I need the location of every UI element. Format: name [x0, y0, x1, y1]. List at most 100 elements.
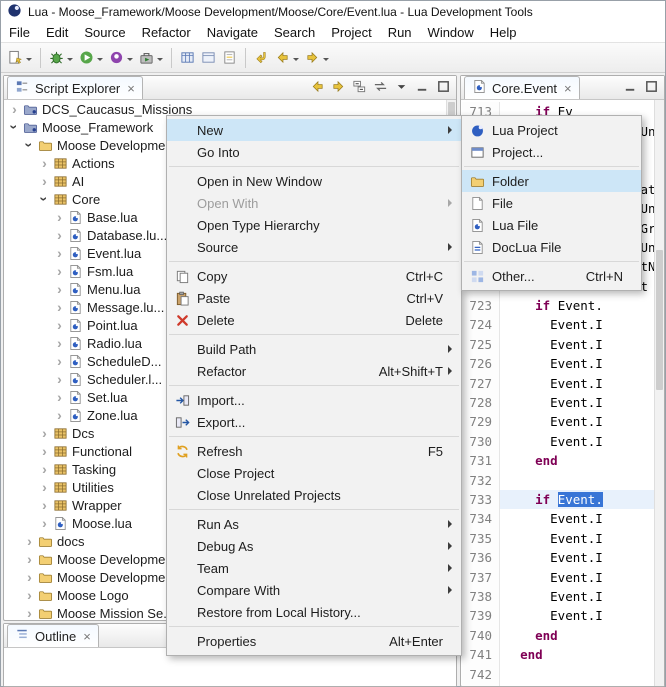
menubar-item-file[interactable]: File [1, 24, 38, 41]
collapsed-arrow-icon[interactable]: › [53, 354, 66, 368]
collapsed-arrow-icon[interactable]: › [38, 462, 51, 476]
context-menu-item-refresh[interactable]: RefreshF5 [167, 440, 461, 462]
collapsed-arrow-icon[interactable]: › [23, 570, 36, 584]
collapsed-arrow-icon[interactable]: › [53, 336, 66, 350]
code-line-733[interactable]: 733 if Event. [462, 490, 654, 509]
maximize-icon[interactable] [435, 78, 452, 95]
context-menu-item-paste[interactable]: PasteCtrl+V [167, 287, 461, 309]
collapsed-arrow-icon[interactable]: › [38, 174, 51, 188]
forward-button[interactable] [302, 46, 332, 70]
code-text[interactable]: if Event. [500, 298, 603, 313]
code-line-735[interactable]: 735 Event.I [462, 529, 654, 548]
collapsed-arrow-icon[interactable]: › [23, 534, 36, 548]
new-submenu-item-project[interactable]: Project... [462, 141, 641, 163]
collapsed-arrow-icon[interactable]: › [53, 300, 66, 314]
context-menu-item-run-as[interactable]: Run As [167, 513, 461, 535]
collapsed-arrow-icon[interactable]: › [53, 318, 66, 332]
menubar-item-navigate[interactable]: Navigate [199, 24, 266, 41]
code-line-726[interactable]: 726 Event.I [462, 354, 654, 373]
context-menu-item-build-path[interactable]: Build Path [167, 338, 461, 360]
collapsed-arrow-icon[interactable]: › [53, 372, 66, 386]
link-with-editor-icon[interactable] [372, 78, 389, 95]
code-text[interactable]: Event.I [500, 317, 603, 332]
context-menu-item-debug-as[interactable]: Debug As [167, 535, 461, 557]
code-line-724[interactable]: 724 Event.I [462, 315, 654, 334]
code-line-734[interactable]: 734 Event.I [462, 509, 654, 528]
context-menu-item-close-project[interactable]: Close Project [167, 462, 461, 484]
collapsed-arrow-icon[interactable]: › [38, 480, 51, 494]
menubar-item-search[interactable]: Search [266, 24, 323, 41]
code-text[interactable]: Event.I [500, 550, 603, 565]
new-submenu-item-lua-project[interactable]: Lua Project [462, 119, 641, 141]
code-text[interactable]: Event.I [500, 414, 603, 429]
collapsed-arrow-icon[interactable]: › [38, 498, 51, 512]
context-menu-item-restore-from-local-history[interactable]: Restore from Local History... [167, 601, 461, 623]
view-menu-icon[interactable] [393, 78, 410, 95]
menubar-item-edit[interactable]: Edit [38, 24, 76, 41]
profile-button[interactable] [106, 46, 136, 70]
context-menu-item-source[interactable]: Source [167, 236, 461, 258]
new-wizard-button[interactable] [5, 46, 35, 70]
close-icon[interactable]: × [127, 82, 135, 95]
code-line-742[interactable]: 742 [462, 664, 654, 683]
collapsed-arrow-icon[interactable]: › [53, 408, 66, 422]
context-menu-item-compare-with[interactable]: Compare With [167, 579, 461, 601]
code-line-731[interactable]: 731 end [462, 451, 654, 470]
mark-occurrences-button[interactable] [219, 46, 240, 70]
code-text[interactable]: Event.I [500, 531, 603, 546]
external-tools-button[interactable] [136, 46, 166, 70]
code-line-728[interactable]: 728 Event.I [462, 393, 654, 412]
context-menu-item-close-unrelated-projects[interactable]: Close Unrelated Projects [167, 484, 461, 506]
forward-icon[interactable] [330, 78, 347, 95]
tab-outline[interactable]: Outline × [7, 624, 99, 647]
collapsed-arrow-icon[interactable]: › [38, 516, 51, 530]
code-text[interactable]: Event.I [500, 395, 603, 410]
collapsed-arrow-icon[interactable]: › [23, 552, 36, 566]
code-line-736[interactable]: 736 Event.I [462, 548, 654, 567]
code-line-727[interactable]: 727 Event.I [462, 373, 654, 392]
code-line-741[interactable]: 741 end [462, 645, 654, 664]
code-line-730[interactable]: 730 Event.I [462, 432, 654, 451]
new-submenu-item-doclua-file[interactable]: DocLua File [462, 236, 641, 258]
collapsed-arrow-icon[interactable]: › [53, 282, 66, 296]
close-icon[interactable]: × [83, 630, 91, 643]
new-submenu-item-folder[interactable]: Folder [462, 170, 641, 192]
run-button[interactable] [76, 46, 106, 70]
code-line-738[interactable]: 738 Event.I [462, 587, 654, 606]
code-text[interactable]: Event.I [500, 356, 603, 371]
code-text[interactable]: Event.I [500, 570, 603, 585]
code-text[interactable]: Event.I [500, 589, 603, 604]
code-line-732[interactable]: 732 [462, 470, 654, 489]
menubar-item-help[interactable]: Help [482, 24, 525, 41]
last-edit-location-button[interactable] [251, 46, 272, 70]
collapsed-arrow-icon[interactable]: › [53, 264, 66, 278]
new-submenu-item-file[interactable]: File [462, 192, 641, 214]
code-text[interactable]: end [500, 647, 543, 662]
collapsed-arrow-icon[interactable]: › [8, 102, 21, 116]
collapsed-arrow-icon[interactable]: › [38, 156, 51, 170]
context-menu-item-refactor[interactable]: RefactorAlt+Shift+T [167, 360, 461, 382]
back-icon[interactable] [309, 78, 326, 95]
context-menu-item-copy[interactable]: CopyCtrl+C [167, 265, 461, 287]
collapsed-arrow-icon[interactable]: › [38, 444, 51, 458]
code-line-743[interactable]: 743 if Event.ta [462, 684, 654, 686]
minimize-icon[interactable] [414, 78, 431, 95]
editor-scrollbar[interactable] [654, 100, 664, 686]
collapsed-arrow-icon[interactable]: › [38, 426, 51, 440]
code-line-725[interactable]: 725 Event.I [462, 335, 654, 354]
expanded-arrow-icon[interactable]: › [38, 192, 51, 206]
code-text[interactable]: Event.I [500, 608, 603, 623]
tab-core-event[interactable]: Core.Event × [464, 76, 580, 99]
collapsed-arrow-icon[interactable]: › [53, 210, 66, 224]
code-line-723[interactable]: 723 if Event. [462, 296, 654, 315]
context-menu-item-open-in-new-window[interactable]: Open in New Window [167, 170, 461, 192]
context-menu-item-open-with[interactable]: Open With [167, 192, 461, 214]
collapsed-arrow-icon[interactable]: › [53, 228, 66, 242]
context-menu-item-new[interactable]: New [167, 119, 461, 141]
code-text[interactable]: if Event. [500, 492, 603, 507]
editor-scrollbar-thumb[interactable] [656, 250, 663, 390]
collapsed-arrow-icon[interactable]: › [53, 246, 66, 260]
open-type-button[interactable] [177, 46, 198, 70]
collapsed-arrow-icon[interactable]: › [53, 390, 66, 404]
context-menu-item-open-type-hierarchy[interactable]: Open Type Hierarchy [167, 214, 461, 236]
